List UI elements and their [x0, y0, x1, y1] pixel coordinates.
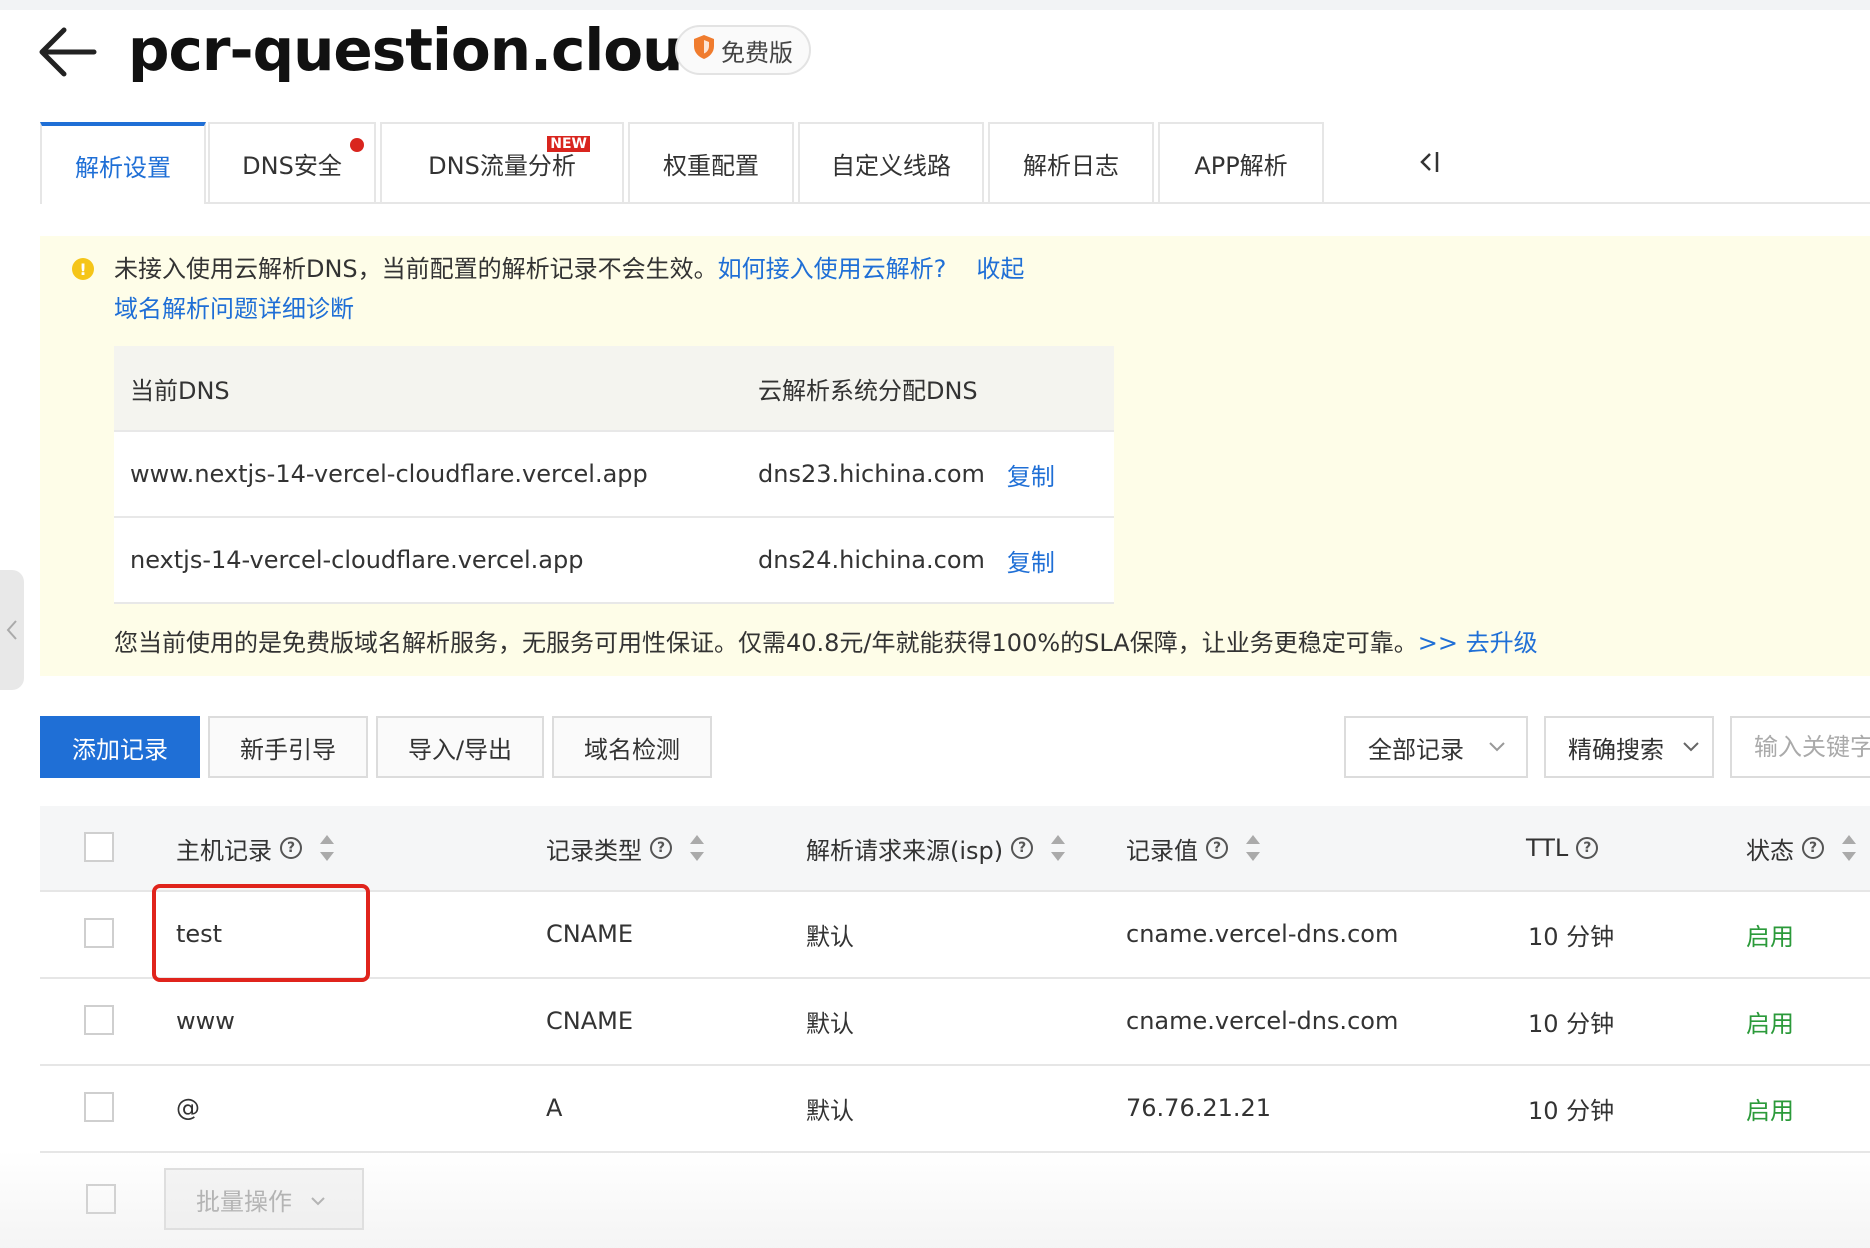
sort-icon[interactable] [690, 835, 704, 861]
current-dns: www.nextjs-14-vercel-cloudflare.vercel.a… [130, 460, 648, 488]
domain-check-button[interactable]: 域名检测 [552, 716, 712, 778]
cell-ttl: 10 分钟 [1528, 922, 1615, 951]
row-checkbox[interactable] [84, 1005, 114, 1035]
sort-icon[interactable] [1246, 835, 1260, 861]
dns-header-current: 当前DNS [130, 376, 230, 405]
tab-dns-traffic[interactable]: DNS流量分析 NEW [380, 122, 624, 202]
cell-isp: 默认 [806, 1096, 854, 1125]
plan-badge-label: 免费版 [721, 38, 793, 67]
batch-operation-label: 批量操作 [196, 1187, 292, 1216]
help-icon[interactable]: ? [1576, 837, 1599, 859]
copy-button[interactable]: 复制 [1007, 543, 1055, 578]
cell-ttl: 10 分钟 [1528, 1096, 1615, 1125]
cell-status[interactable]: 启用 [1746, 979, 1794, 1063]
tab-resolve-log[interactable]: 解析日志 [988, 122, 1154, 202]
dns-table-row: www.nextjs-14-vercel-cloudflare.vercel.a… [114, 432, 1114, 518]
cell-type: A [546, 1094, 563, 1122]
notice-message: 未接入使用云解析DNS，当前配置的解析记录不会生效。 [114, 255, 718, 283]
select-all-checkbox[interactable] [84, 832, 114, 862]
help-icon[interactable]: ? [1206, 837, 1228, 859]
side-panel-toggle-icon[interactable] [0, 570, 24, 690]
collapse-tabs-icon[interactable] [1390, 122, 1470, 202]
search-mode-value: 精确搜索 [1568, 735, 1664, 764]
header-isp: 解析请求来源(isp)? [806, 806, 1066, 890]
how-to-connect-link[interactable]: 如何接入使用云解析? [718, 255, 947, 283]
cell-type: CNAME [546, 920, 633, 948]
tab-app-resolve[interactable]: APP解析 [1158, 122, 1324, 202]
plan-badge: 免费版 [675, 25, 811, 75]
top-strip [0, 0, 1870, 10]
dns-header-assigned: 云解析系统分配DNS [758, 376, 978, 405]
warning-icon: ! [72, 258, 94, 280]
diagnose-link[interactable]: 域名解析问题详细诊断 [114, 292, 354, 326]
chevron-down-icon [308, 1189, 328, 1209]
add-record-button[interactable]: 添加记录 [40, 716, 200, 778]
dns-table-header: 当前DNS 云解析系统分配DNS [114, 346, 1114, 432]
assigned-dns-cell: dns24.hichina.com 复制 [758, 518, 1055, 602]
import-export-button[interactable]: 导入/导出 [376, 716, 544, 778]
new-tag: NEW [547, 136, 590, 152]
assigned-dns-cell: dns23.hichina.com 复制 [758, 432, 1055, 516]
dns-table-row: nextjs-14-vercel-cloudflare.vercel.app d… [114, 518, 1114, 604]
cell-value: cname.vercel-dns.com [1126, 920, 1399, 948]
cell-isp: 默认 [806, 1009, 854, 1038]
tab-custom-route[interactable]: 自定义线路 [798, 122, 984, 202]
cell-value: cname.vercel-dns.com [1126, 1007, 1399, 1035]
sla-text: 您当前使用的是免费版域名解析服务，无服务可用性保证。仅需40.8元/年就能获得1… [114, 629, 1418, 657]
table-row: www CNAME 默认 cname.vercel-dns.com 10 分钟 … [40, 979, 1870, 1066]
cell-host: www [176, 1007, 235, 1035]
page-title: pcr-question.cloud [128, 16, 724, 84]
records-table-header: 主机记录? 记录类型? 解析请求来源(isp)? 记录值? TTL? 状态? [40, 806, 1870, 892]
sla-notice: 您当前使用的是免费版域名解析服务，无服务可用性保证。仅需40.8元/年就能获得1… [114, 626, 1538, 660]
table-row: @ A 默认 76.76.21.21 10 分钟 启用 [40, 1066, 1870, 1153]
notice-message-line: 未接入使用云解析DNS，当前配置的解析记录不会生效。如何接入使用云解析? 收起 [114, 252, 1024, 286]
sort-icon[interactable] [1842, 835, 1856, 861]
cell-isp: 默认 [806, 922, 854, 951]
cell-host: @ [176, 1094, 200, 1122]
collapse-link[interactable]: 收起 [976, 255, 1024, 283]
row-checkbox[interactable] [84, 918, 114, 948]
search-mode-select[interactable]: 精确搜索 [1544, 716, 1714, 778]
cell-ttl: 10 分钟 [1528, 1009, 1615, 1038]
header-status: 状态? [1746, 806, 1856, 890]
current-dns: nextjs-14-vercel-cloudflare.vercel.app [130, 546, 584, 574]
assigned-dns: dns24.hichina.com [758, 546, 985, 574]
dns-table: 当前DNS 云解析系统分配DNS www.nextjs-14-vercel-cl… [114, 346, 1114, 604]
upgrade-link[interactable]: >> 去升级 [1418, 629, 1538, 657]
keyword-search-input[interactable] [1730, 716, 1870, 778]
help-icon[interactable]: ? [650, 837, 672, 859]
header-host: 主机记录? [176, 806, 334, 890]
chevron-down-icon [1680, 735, 1702, 757]
back-arrow-icon[interactable] [38, 24, 98, 80]
batch-select-checkbox[interactable] [86, 1184, 116, 1214]
header-type: 记录类型? [546, 806, 704, 890]
cell-type: CNAME [546, 1007, 633, 1035]
row-checkbox[interactable] [84, 1092, 114, 1122]
assigned-dns: dns23.hichina.com [758, 460, 985, 488]
notification-dot [350, 138, 364, 152]
tab-bar: 解析设置 DNS安全 DNS流量分析 NEW 权重配置 自定义线路 解析日志 AP… [40, 122, 1870, 204]
sort-icon[interactable] [1051, 835, 1066, 861]
shield-icon [693, 34, 715, 66]
chevron-down-icon [1486, 735, 1508, 757]
sort-icon[interactable] [320, 835, 334, 861]
copy-button[interactable]: 复制 [1007, 457, 1055, 492]
batch-operation-dropdown[interactable]: 批量操作 [164, 1168, 364, 1230]
beginner-guide-button[interactable]: 新手引导 [208, 716, 368, 778]
tab-dns-security[interactable]: DNS安全 [208, 122, 376, 202]
tab-resolve-settings[interactable]: 解析设置 [40, 122, 206, 204]
record-filter-value: 全部记录 [1368, 735, 1464, 764]
help-icon[interactable]: ? [1802, 837, 1824, 859]
header-ttl: TTL? [1526, 806, 1599, 890]
help-icon[interactable]: ? [1011, 837, 1034, 859]
help-icon[interactable]: ? [280, 837, 302, 859]
cell-host: test [176, 920, 223, 948]
table-row: test CNAME 默认 cname.vercel-dns.com 10 分钟… [40, 892, 1870, 979]
cell-status[interactable]: 启用 [1746, 892, 1794, 976]
header-value: 记录值? [1126, 806, 1260, 890]
cell-value: 76.76.21.21 [1126, 1094, 1272, 1122]
tab-weight-config[interactable]: 权重配置 [628, 122, 794, 202]
record-filter-select[interactable]: 全部记录 [1344, 716, 1528, 778]
cell-status[interactable]: 启用 [1746, 1066, 1794, 1150]
